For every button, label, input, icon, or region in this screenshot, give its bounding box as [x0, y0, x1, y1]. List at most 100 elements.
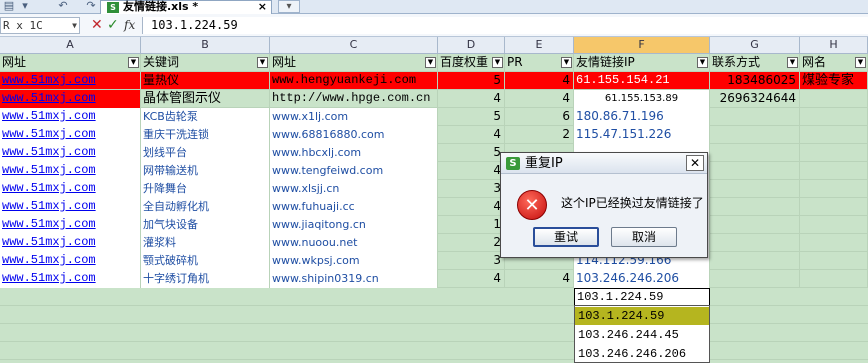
- table-cell[interactable]: www.xlsjj.cn: [270, 180, 438, 198]
- cancel-edit-icon[interactable]: ✕: [91, 17, 103, 33]
- filter-arrow-icon[interactable]: ▼: [561, 57, 572, 68]
- table-cell[interactable]: 灌浆料: [141, 234, 270, 252]
- redo-icon[interactable]: ↷: [84, 0, 98, 12]
- autocomplete-list[interactable]: 103.1.224.59 103.246.244.45 103.246.246.…: [574, 305, 710, 363]
- table-cell[interactable]: www.51mxj.com: [0, 198, 141, 216]
- new-tab-icon[interactable]: ▾: [278, 0, 300, 13]
- spreadsheet-grid[interactable]: 网址 ▼ 关键词 ▼ 网址 ▼ 百度权重 ▼ PR ▼ 友情链接IP ▼ 联系方式 ▼ 网名 ▼…: [0, 54, 868, 363]
- filter-arrow-icon[interactable]: ▼: [425, 57, 436, 68]
- table-cell[interactable]: 4: [438, 162, 505, 180]
- column-header-e[interactable]: E: [505, 37, 574, 54]
- table-cell[interactable]: [710, 216, 800, 234]
- table-cell[interactable]: 4: [505, 72, 574, 90]
- column-header-h[interactable]: H: [800, 37, 868, 54]
- table-cell[interactable]: www.hbcxlj.com: [270, 144, 438, 162]
- filter-arrow-icon[interactable]: ▼: [492, 57, 503, 68]
- autocomplete-item[interactable]: 103.1.224.59: [575, 307, 709, 325]
- column-header-f[interactable]: F: [574, 37, 710, 54]
- filter-arrow-icon[interactable]: ▼: [128, 57, 139, 68]
- table-cell[interactable]: 加气块设备: [141, 216, 270, 234]
- table-cell[interactable]: 4: [505, 90, 574, 108]
- print-icon[interactable]: ▤: [2, 0, 16, 12]
- header-cell[interactable]: 网址 ▼: [0, 54, 141, 72]
- name-box[interactable]: R x 1C ▼: [0, 17, 80, 34]
- table-cell[interactable]: [710, 252, 800, 270]
- header-cell[interactable]: 百度权重 ▼: [438, 54, 505, 72]
- table-cell[interactable]: [800, 162, 868, 180]
- table-cell[interactable]: 103.246.246.206: [574, 270, 710, 288]
- table-cell[interactable]: [800, 270, 868, 288]
- table-cell[interactable]: [710, 198, 800, 216]
- dialog-titlebar[interactable]: S 重复IP ✕: [501, 153, 707, 174]
- table-cell[interactable]: 2696324644: [710, 90, 800, 108]
- table-cell[interactable]: 升降舞台: [141, 180, 270, 198]
- table-cell[interactable]: 3: [438, 252, 505, 270]
- table-cell[interactable]: 全自动孵化机: [141, 198, 270, 216]
- table-cell[interactable]: www.51mxj.com: [0, 180, 141, 198]
- table-cell[interactable]: www.hengyuankeji.com: [270, 72, 438, 90]
- table-cell[interactable]: [710, 108, 800, 126]
- table-cell[interactable]: 6: [505, 108, 574, 126]
- table-cell[interactable]: www.fuhuaji.cc: [270, 198, 438, 216]
- table-cell[interactable]: 61.155.153.89: [574, 90, 710, 108]
- table-cell[interactable]: www.shipin0319.cn: [270, 270, 438, 288]
- table-cell[interactable]: 4: [505, 270, 574, 288]
- table-cell[interactable]: [800, 234, 868, 252]
- header-cell[interactable]: 关键词 ▼: [141, 54, 270, 72]
- table-cell[interactable]: www.51mxj.com: [0, 72, 141, 90]
- table-cell[interactable]: www.51mxj.com: [0, 108, 141, 126]
- column-header-c[interactable]: C: [270, 37, 438, 54]
- filter-arrow-icon[interactable]: ▼: [855, 57, 866, 68]
- table-cell[interactable]: www.x1lj.com: [270, 108, 438, 126]
- table-cell[interactable]: www.wkpsj.com: [270, 252, 438, 270]
- table-cell[interactable]: 颚式破碎机: [141, 252, 270, 270]
- table-cell[interactable]: [710, 270, 800, 288]
- table-cell[interactable]: www.68816880.com: [270, 126, 438, 144]
- table-cell[interactable]: [800, 252, 868, 270]
- table-cell[interactable]: 1: [438, 216, 505, 234]
- table-cell[interactable]: 2: [505, 126, 574, 144]
- table-cell[interactable]: [800, 216, 868, 234]
- confirm-edit-icon[interactable]: ✓: [107, 17, 119, 33]
- active-cell-editor[interactable]: 103.1.224.59: [574, 288, 710, 306]
- filter-arrow-icon[interactable]: ▼: [257, 57, 268, 68]
- table-cell[interactable]: 划线平台: [141, 144, 270, 162]
- filter-arrow-icon[interactable]: ▼: [787, 57, 798, 68]
- close-icon[interactable]: ✕: [686, 155, 704, 171]
- table-cell[interactable]: [710, 144, 800, 162]
- table-cell[interactable]: [800, 144, 868, 162]
- table-cell[interactable]: www.51mxj.com: [0, 144, 141, 162]
- table-cell[interactable]: 量热仪: [141, 72, 270, 90]
- table-cell[interactable]: 183486025: [710, 72, 800, 90]
- header-cell[interactable]: 网址 ▼: [270, 54, 438, 72]
- table-cell[interactable]: www.51mxj.com: [0, 162, 141, 180]
- table-cell[interactable]: 晶体管图示仪: [141, 90, 270, 108]
- column-header-g[interactable]: G: [710, 37, 800, 54]
- table-cell[interactable]: 3: [438, 180, 505, 198]
- header-cell[interactable]: 网名 ▼: [800, 54, 868, 72]
- autocomplete-item[interactable]: 103.246.246.206: [575, 345, 709, 363]
- table-cell[interactable]: 2: [438, 234, 505, 252]
- table-cell[interactable]: 180.86.71.196: [574, 108, 710, 126]
- table-cell[interactable]: www.51mxj.com: [0, 126, 141, 144]
- table-cell[interactable]: www.tengfeiwd.com: [270, 162, 438, 180]
- table-cell[interactable]: [800, 198, 868, 216]
- tab-close-icon[interactable]: ×: [258, 1, 267, 13]
- table-cell[interactable]: 5: [438, 144, 505, 162]
- table-cell[interactable]: [800, 108, 868, 126]
- table-cell[interactable]: [800, 90, 868, 108]
- formula-input[interactable]: 103.1.224.59: [142, 17, 868, 34]
- table-cell[interactable]: 4: [438, 198, 505, 216]
- table-cell[interactable]: www.51mxj.com: [0, 270, 141, 288]
- table-cell[interactable]: www.51mxj.com: [0, 252, 141, 270]
- table-cell[interactable]: www.51mxj.com: [0, 90, 141, 108]
- table-cell[interactable]: KCB齿轮泵: [141, 108, 270, 126]
- table-cell[interactable]: 十字绣订角机: [141, 270, 270, 288]
- table-cell[interactable]: 61.155.154.21: [574, 72, 710, 90]
- cancel-button[interactable]: 取消: [611, 227, 677, 247]
- table-cell[interactable]: 网带输送机: [141, 162, 270, 180]
- header-cell[interactable]: 友情链接IP ▼: [574, 54, 710, 72]
- retry-button[interactable]: 重试: [533, 227, 599, 247]
- table-cell[interactable]: www.jiaqitong.cn: [270, 216, 438, 234]
- table-cell[interactable]: 5: [438, 72, 505, 90]
